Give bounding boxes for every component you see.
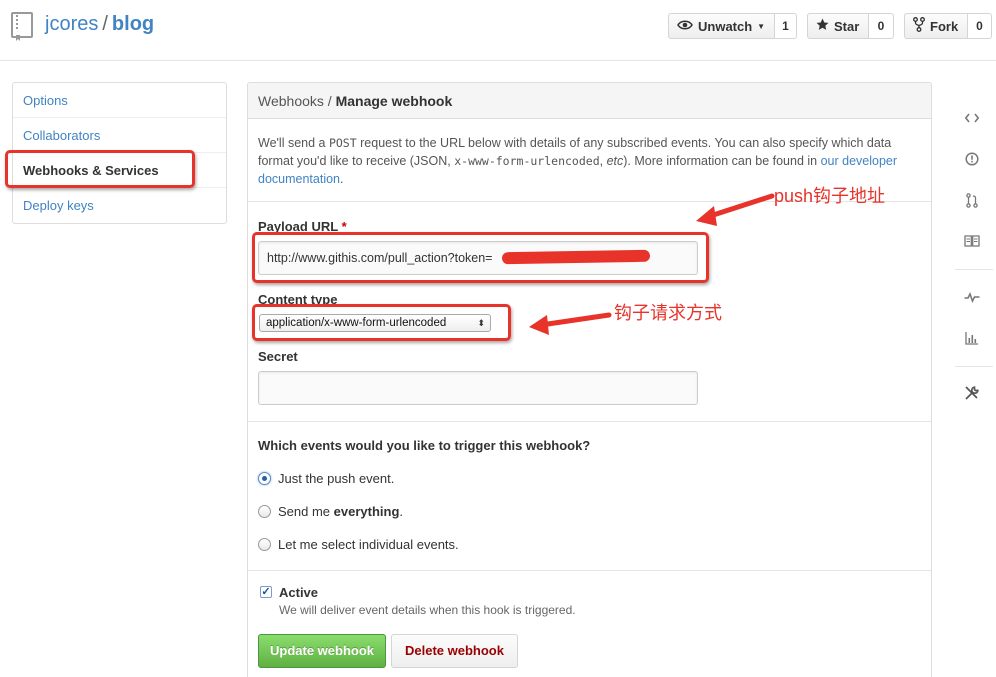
label-part: everything bbox=[333, 504, 400, 519]
wiki-icon[interactable] bbox=[963, 232, 981, 250]
event-option-push-label: Just the push event. bbox=[278, 471, 394, 486]
star-count[interactable]: 0 bbox=[869, 13, 894, 39]
radio-push[interactable] bbox=[258, 472, 271, 485]
label-part: Just the bbox=[278, 471, 328, 486]
caret-down-icon: ▼ bbox=[757, 21, 766, 31]
pulse-icon[interactable] bbox=[963, 288, 981, 306]
arrow-icon bbox=[529, 312, 612, 335]
arrow-icon bbox=[696, 193, 775, 226]
repo-title-separator: / bbox=[102, 13, 108, 35]
update-webhook-button[interactable]: Update webhook bbox=[258, 634, 386, 668]
webhook-panel: Webhooks / Manage webhook We'll send a P… bbox=[247, 82, 932, 677]
star-button[interactable]: Star bbox=[807, 13, 869, 39]
header-divider bbox=[0, 60, 996, 61]
highlight-box-webhooks bbox=[5, 150, 195, 188]
event-option-individual[interactable]: Let me select individual events. bbox=[258, 537, 459, 552]
radio-individual[interactable] bbox=[258, 538, 271, 551]
intro-part: ). More information can be found in bbox=[623, 154, 821, 168]
rail-divider bbox=[955, 366, 993, 367]
events-question: Which events would you like to trigger t… bbox=[258, 438, 591, 453]
settings-tools-icon[interactable] bbox=[963, 384, 981, 402]
repo-nav-rail bbox=[955, 96, 993, 426]
active-label: Active bbox=[279, 585, 319, 600]
label-part: event. bbox=[355, 471, 395, 486]
menu-item-collaborators[interactable]: Collaborators bbox=[13, 118, 226, 153]
star-icon bbox=[816, 18, 829, 34]
intro-part: We'll send a bbox=[258, 136, 329, 150]
event-option-push[interactable]: Just the push event. bbox=[258, 471, 394, 486]
unwatch-label: Unwatch bbox=[698, 18, 753, 34]
highlight-box-payload-url bbox=[252, 232, 709, 283]
intro-code-post: POST bbox=[328, 136, 357, 150]
graphs-icon[interactable] bbox=[963, 329, 981, 347]
label-part: Send me bbox=[278, 504, 334, 519]
fork-icon bbox=[913, 17, 925, 35]
watch-count[interactable]: 1 bbox=[775, 13, 797, 39]
rail-divider bbox=[955, 269, 993, 270]
repo-owner-link[interactable]: jcores bbox=[45, 13, 98, 35]
breadcrumb-separator: / bbox=[327, 93, 332, 109]
page-title: Manage webhook bbox=[335, 93, 453, 109]
repo-name-link[interactable]: blog bbox=[112, 13, 154, 35]
divider bbox=[248, 421, 931, 422]
radio-everything[interactable] bbox=[258, 505, 271, 518]
secret-input[interactable] bbox=[258, 371, 698, 405]
intro-etc: etc bbox=[606, 154, 624, 168]
divider bbox=[248, 570, 931, 571]
breadcrumb-webhooks[interactable]: Webhooks bbox=[258, 93, 324, 109]
highlight-box-content-type bbox=[252, 304, 511, 341]
event-option-individual-label: Let me select individual events. bbox=[278, 537, 459, 552]
annotation-request-method: 钩子请求方式 bbox=[614, 303, 722, 323]
pull-request-icon[interactable] bbox=[963, 191, 981, 209]
event-option-everything-label: Send me everything. bbox=[278, 504, 403, 519]
fork-label: Fork bbox=[930, 18, 959, 34]
eye-icon bbox=[677, 19, 693, 34]
code-icon[interactable] bbox=[963, 109, 981, 127]
menu-item-options[interactable]: Options bbox=[13, 83, 226, 118]
active-note: We will deliver event details when this … bbox=[279, 603, 576, 617]
active-checkbox[interactable]: ✓ bbox=[260, 586, 272, 598]
star-label: Star bbox=[834, 18, 860, 34]
intro-part: , bbox=[599, 154, 607, 168]
fork-count[interactable]: 0 bbox=[968, 13, 992, 39]
annotation-push-hook: push钩子地址 bbox=[774, 186, 886, 206]
event-option-everything[interactable]: Send me everything. bbox=[258, 504, 403, 519]
repo-icon bbox=[11, 12, 35, 42]
repo-title: jcores / blog bbox=[45, 13, 154, 36]
secret-label: Secret bbox=[258, 349, 298, 364]
fork-button[interactable]: Fork bbox=[904, 13, 968, 39]
intro-part: . bbox=[340, 172, 344, 186]
delete-webhook-button[interactable]: Delete webhook bbox=[391, 634, 518, 668]
unwatch-button[interactable]: Unwatch ▼ bbox=[668, 13, 775, 39]
panel-header: Webhooks / Manage webhook bbox=[248, 83, 931, 119]
menu-item-deploy-keys[interactable]: Deploy keys bbox=[13, 188, 226, 223]
intro-text: We'll send a POST request to the URL bel… bbox=[258, 134, 923, 188]
issues-icon[interactable] bbox=[963, 150, 981, 168]
label-part: . bbox=[399, 504, 404, 519]
label-part: push bbox=[327, 471, 356, 486]
intro-code-urlencoded: x-www-form-urlencoded bbox=[454, 154, 600, 168]
